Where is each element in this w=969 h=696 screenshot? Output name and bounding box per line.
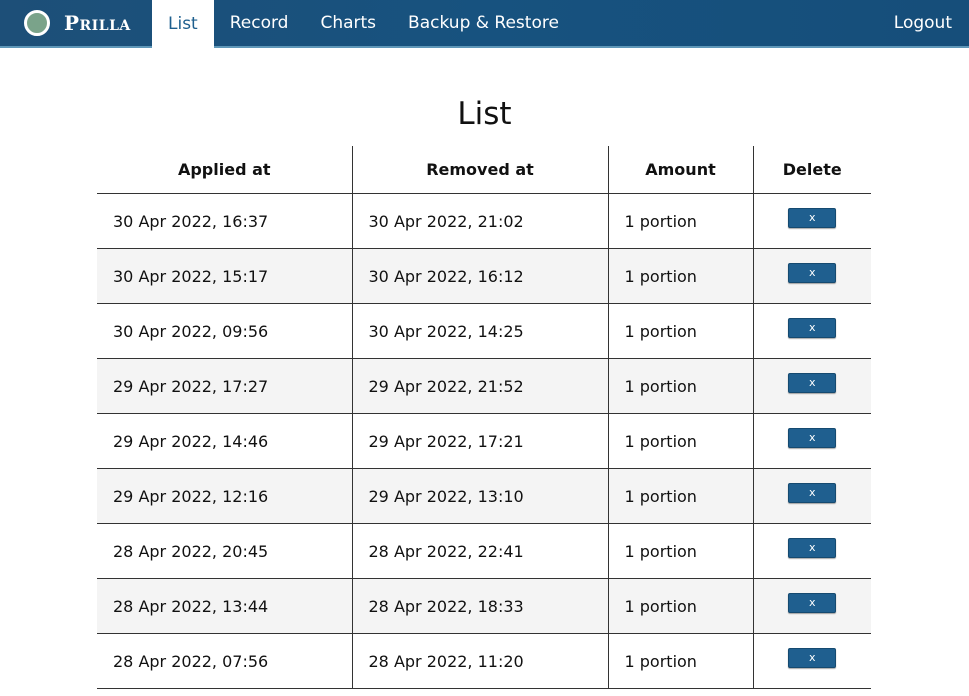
delete-cell: x: [752, 358, 871, 414]
applied-at-cell: 28 Apr 2022, 20:45: [97, 523, 352, 579]
applied-at-cell: 30 Apr 2022, 15:17: [97, 248, 352, 304]
applied-at-cell: 30 Apr 2022, 16:37: [97, 193, 352, 249]
delete-button[interactable]: x: [788, 483, 837, 503]
column-header-removed-at: Removed at: [351, 146, 608, 194]
applied-at-cell: 28 Apr 2022, 13:44: [97, 578, 352, 634]
removed-at-cell: 30 Apr 2022, 21:02: [351, 193, 608, 249]
nav-list[interactable]: List: [152, 0, 214, 48]
column-header-applied-at: Applied at: [97, 146, 352, 194]
list-table: Applied at Removed at Amount Delete 30 A…: [97, 146, 871, 689]
delete-button[interactable]: x: [788, 593, 837, 613]
circle-logo-icon: [24, 10, 50, 36]
table-row: 29 Apr 2022, 14:46 29 Apr 2022, 17:21 1 …: [97, 413, 871, 469]
delete-cell: x: [752, 413, 871, 469]
delete-button[interactable]: x: [788, 318, 837, 338]
table-row: 29 Apr 2022, 12:16 29 Apr 2022, 13:10 1 …: [97, 468, 871, 524]
delete-cell: x: [752, 303, 871, 359]
amount-cell: 1 portion: [607, 303, 753, 359]
logout-link[interactable]: Logout: [878, 0, 969, 46]
delete-cell: x: [752, 248, 871, 304]
table-row: 29 Apr 2022, 17:27 29 Apr 2022, 21:52 1 …: [97, 358, 871, 414]
brand-home-link[interactable]: Prilla: [0, 0, 152, 46]
column-header-delete: Delete: [752, 146, 871, 194]
removed-at-cell: 28 Apr 2022, 18:33: [351, 578, 608, 634]
delete-button[interactable]: x: [788, 208, 837, 228]
amount-cell: 1 portion: [607, 468, 753, 524]
amount-cell: 1 portion: [607, 633, 753, 689]
delete-button[interactable]: x: [788, 538, 837, 558]
amount-cell: 1 portion: [607, 523, 753, 579]
nav-record[interactable]: Record: [214, 0, 305, 46]
brand-name: Prilla: [64, 11, 131, 35]
table-row: 30 Apr 2022, 09:56 30 Apr 2022, 14:25 1 …: [97, 303, 871, 359]
amount-cell: 1 portion: [607, 413, 753, 469]
table-row: 28 Apr 2022, 07:56 28 Apr 2022, 11:20 1 …: [97, 633, 871, 689]
delete-cell: x: [752, 633, 871, 689]
applied-at-cell: 29 Apr 2022, 17:27: [97, 358, 352, 414]
nav-charts[interactable]: Charts: [304, 0, 392, 46]
page-title: List: [457, 96, 512, 132]
top-navbar: Prilla List Record Charts Backup & Resto…: [0, 0, 969, 48]
delete-cell: x: [752, 468, 871, 524]
delete-cell: x: [752, 523, 871, 579]
delete-cell: x: [752, 193, 871, 249]
table-row: 28 Apr 2022, 20:45 28 Apr 2022, 22:41 1 …: [97, 523, 871, 579]
applied-at-cell: 29 Apr 2022, 12:16: [97, 468, 352, 524]
table-row: 28 Apr 2022, 13:44 28 Apr 2022, 18:33 1 …: [97, 578, 871, 634]
delete-cell: x: [752, 578, 871, 634]
delete-button[interactable]: x: [788, 648, 837, 668]
nav-spacer: [575, 0, 878, 46]
removed-at-cell: 29 Apr 2022, 13:10: [351, 468, 608, 524]
delete-button[interactable]: x: [788, 428, 837, 448]
table-row: 30 Apr 2022, 16:37 30 Apr 2022, 21:02 1 …: [97, 193, 871, 249]
removed-at-cell: 28 Apr 2022, 11:20: [351, 633, 608, 689]
removed-at-cell: 30 Apr 2022, 16:12: [351, 248, 608, 304]
delete-button[interactable]: x: [788, 373, 837, 393]
table-row: 30 Apr 2022, 15:17 30 Apr 2022, 16:12 1 …: [97, 248, 871, 304]
removed-at-cell: 29 Apr 2022, 21:52: [351, 358, 608, 414]
table-header-row: Applied at Removed at Amount Delete: [97, 146, 871, 194]
applied-at-cell: 30 Apr 2022, 09:56: [97, 303, 352, 359]
column-header-amount: Amount: [607, 146, 753, 194]
removed-at-cell: 28 Apr 2022, 22:41: [351, 523, 608, 579]
removed-at-cell: 30 Apr 2022, 14:25: [351, 303, 608, 359]
amount-cell: 1 portion: [607, 248, 753, 304]
removed-at-cell: 29 Apr 2022, 17:21: [351, 413, 608, 469]
delete-button[interactable]: x: [788, 263, 837, 283]
applied-at-cell: 28 Apr 2022, 07:56: [97, 633, 352, 689]
amount-cell: 1 portion: [607, 578, 753, 634]
nav-backup-restore[interactable]: Backup & Restore: [392, 0, 575, 46]
amount-cell: 1 portion: [607, 358, 753, 414]
amount-cell: 1 portion: [607, 193, 753, 249]
applied-at-cell: 29 Apr 2022, 14:46: [97, 413, 352, 469]
